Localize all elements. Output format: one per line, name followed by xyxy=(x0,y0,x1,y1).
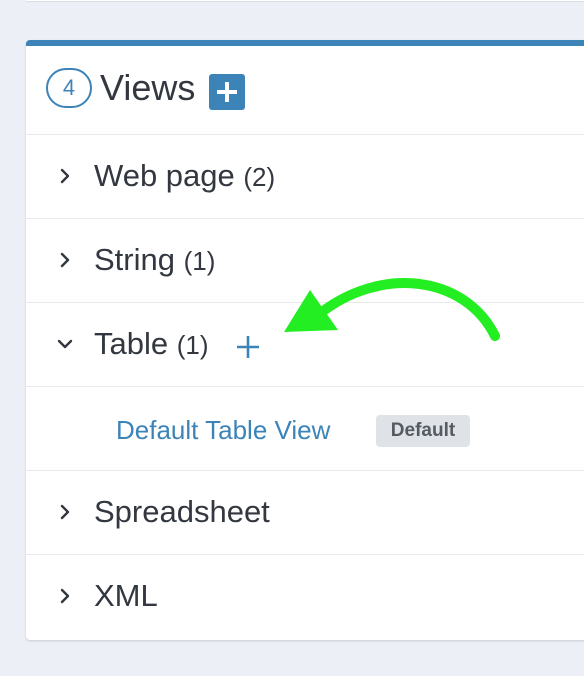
view-row-count: (1) xyxy=(183,246,216,276)
view-row-label[interactable]: String (1) xyxy=(94,241,215,280)
table-view-subrow: Default Table View Default xyxy=(26,387,584,471)
view-row-xml[interactable]: XML xyxy=(26,555,584,639)
chevron-right-icon[interactable] xyxy=(56,503,74,521)
view-row-count: (2) xyxy=(243,162,276,192)
chevron-right-icon[interactable] xyxy=(56,167,74,185)
view-row-label[interactable]: XML xyxy=(94,577,158,616)
view-row-label[interactable]: Web page (2) xyxy=(94,157,275,196)
chevron-right-icon[interactable] xyxy=(56,251,74,269)
default-badge: Default xyxy=(376,415,470,447)
views-title: Views xyxy=(100,67,196,108)
views-panel: 4 Views Web page (2) String (1) Table (1… xyxy=(26,40,584,640)
view-row-label[interactable]: Spreadsheet xyxy=(94,493,270,532)
views-count-badge: 4 xyxy=(46,68,92,108)
views-header: 4 Views xyxy=(26,46,584,135)
add-table-view-plus-icon[interactable] xyxy=(234,333,262,361)
previous-card xyxy=(26,0,584,2)
view-row-table[interactable]: Table (1) xyxy=(26,303,584,387)
view-row-string[interactable]: String (1) xyxy=(26,219,584,303)
chevron-down-icon[interactable] xyxy=(56,335,74,353)
view-row-web-page[interactable]: Web page (2) xyxy=(26,135,584,219)
chevron-right-icon[interactable] xyxy=(56,587,74,605)
view-row-count: (1) xyxy=(176,330,209,360)
view-row-spreadsheet[interactable]: Spreadsheet xyxy=(26,471,584,555)
default-table-view-link[interactable]: Default Table View xyxy=(116,413,330,447)
add-view-button[interactable] xyxy=(209,74,245,110)
view-row-label[interactable]: Table (1) xyxy=(94,325,209,364)
